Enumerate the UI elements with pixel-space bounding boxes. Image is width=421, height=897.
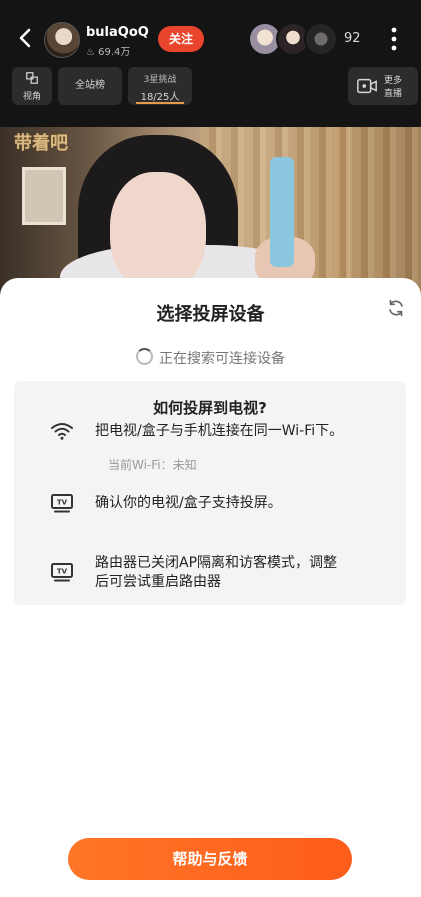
challenge-progress-bar	[136, 102, 184, 104]
live-camera-icon	[357, 78, 377, 94]
router-line-1: 路由器已关闭AP隔离和访客模式，调整	[95, 555, 338, 571]
svg-text:TV: TV	[57, 568, 68, 576]
sheet-title: 选择投屏设备	[156, 304, 265, 325]
cast-help-card: 如何投屏到电视? 把电视/盒子与手机连接在同一Wi-Fi下。 当前Wi-Fi：未…	[14, 381, 406, 605]
more-dots-icon[interactable]	[386, 26, 402, 52]
searching-text: 正在搜索可连接设备	[159, 351, 285, 367]
challenge-title: 3星挑战	[143, 75, 177, 85]
window-frame	[22, 167, 66, 225]
host-name[interactable]: bulaQoQ	[86, 25, 149, 40]
refresh-icon[interactable]	[386, 298, 406, 318]
star-challenge-button[interactable]: 3星挑战 18/25人	[128, 67, 192, 105]
tv-icon: TV	[51, 563, 73, 582]
more-live-label-1: 更多	[384, 76, 403, 86]
more-live-label-2: 直播	[384, 89, 403, 99]
live-video[interactable]: 带着吧	[0, 127, 421, 297]
back-arrow-icon[interactable]	[14, 26, 38, 50]
cast-device-sheet: 选择投屏设备 正在搜索可连接设备 如何投屏到电视? 把电视/盒子与手机连接在同一…	[0, 278, 421, 897]
help-step-router: 路由器已关闭AP隔离和访客模式，调整 后可尝试重启路由器	[95, 554, 385, 592]
help-step-wifi: 把电视/盒子与手机连接在同一Wi-Fi下。	[95, 423, 344, 439]
stream-overlay-text: 带着吧	[14, 133, 68, 154]
router-line-2: 后可尝试重启路由器	[95, 574, 221, 590]
host-avatar[interactable]	[44, 22, 80, 58]
curtain	[330, 127, 421, 297]
site-rank-button[interactable]: 全站榜	[58, 67, 122, 105]
spray-bottle	[270, 157, 294, 267]
view-angle-label: 视角	[22, 92, 41, 102]
svg-text:TV: TV	[57, 499, 68, 507]
viewer-avatar[interactable]	[304, 22, 338, 56]
fans-icon: ♨	[86, 47, 99, 58]
site-rank-label: 全站榜	[75, 80, 105, 91]
help-feedback-button[interactable]: 帮助与反馈	[68, 838, 352, 880]
searching-status: 正在搜索可连接设备	[0, 348, 421, 368]
more-live-button[interactable]: 更多 直播	[348, 67, 418, 105]
help-step-support: 确认你的电视/盒子支持投屏。	[95, 495, 282, 511]
view-angle-icon	[26, 72, 38, 84]
viewer-count[interactable]: 92	[344, 31, 361, 46]
challenge-progress: 18/25人	[140, 92, 180, 103]
streamer-face	[110, 172, 206, 292]
follow-button[interactable]: 关注	[158, 26, 204, 52]
live-header: bulaQoQ ♨ 69.4万 关注 92 视角 全站榜 3星挑战 18/25人…	[0, 0, 421, 130]
spinner-icon	[136, 348, 153, 365]
help-title: 如何投屏到电视?	[153, 399, 267, 417]
wifi-icon	[51, 423, 73, 440]
host-fans: ♨ 69.4万	[86, 43, 130, 58]
view-angle-button[interactable]: 视角	[12, 67, 52, 105]
fans-count: 69.4万	[98, 47, 131, 58]
current-wifi: 当前Wi-Fi：未知	[108, 458, 197, 472]
tv-icon: TV	[51, 494, 73, 513]
